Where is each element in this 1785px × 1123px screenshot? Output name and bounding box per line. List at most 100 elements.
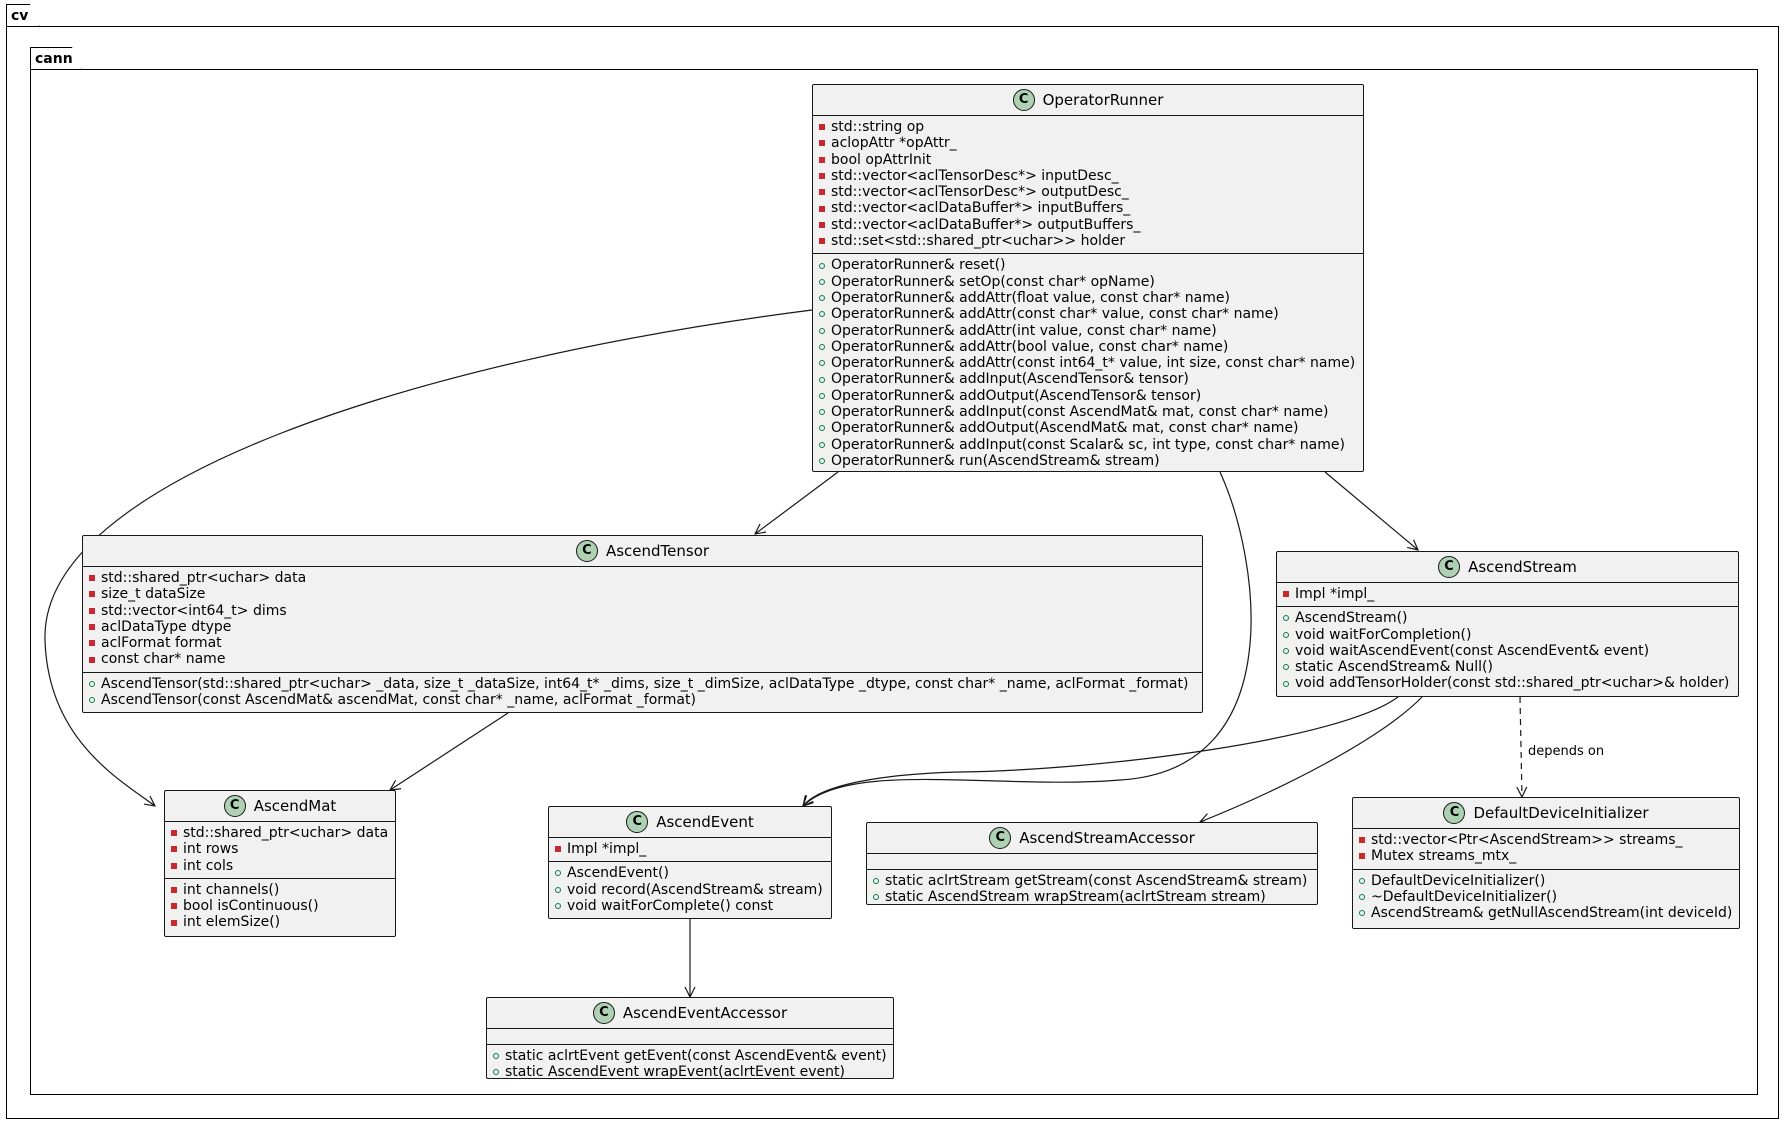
method-row: OperatorRunner& run(AscendStream& stream…	[819, 453, 1357, 469]
class-ascend-stream-accessor[interactable]: C AscendStreamAccessor static aclrtStream …	[866, 822, 1318, 905]
private-visibility-icon	[89, 640, 95, 647]
private-visibility-icon	[1359, 837, 1365, 844]
edge-label-depends-on: depends on	[1528, 744, 1605, 759]
attribute-text: std::shared_ptr<uchar> data	[101, 570, 307, 586]
attribute-row: Impl *impl_	[555, 841, 825, 857]
method-row: static aclrtEvent getEvent(const AscendE…	[493, 1048, 887, 1064]
attribute-row: std::set<std::shared_ptr<uchar>> holder	[819, 233, 1357, 249]
attribute-row: std::string op	[819, 119, 1357, 135]
public-visibility-icon	[819, 392, 825, 399]
attributes-section	[867, 854, 1317, 870]
method-text: AscendStream()	[1295, 610, 1408, 627]
private-visibility-icon	[89, 624, 95, 631]
edge-operatorrunner-ascendstream	[1324, 471, 1418, 550]
attribute-text: aclDataType dtype	[101, 618, 232, 635]
class-icon: C	[626, 811, 649, 833]
method-row: AscendStream()	[1283, 610, 1732, 626]
method-text: void record(AscendStream& stream)	[567, 881, 823, 898]
attribute-row: int rows	[171, 841, 389, 857]
private-visibility-icon	[171, 862, 177, 869]
public-visibility-icon	[1359, 894, 1365, 901]
method-row: bool isContinuous()	[171, 898, 389, 914]
method-row: DefaultDeviceInitializer()	[1359, 873, 1733, 889]
method-text: int elemSize()	[183, 914, 281, 931]
attribute-text: std::vector<Ptr<AscendStream>> streams_	[1371, 832, 1683, 848]
public-visibility-icon	[819, 311, 825, 318]
attribute-row: Mutex streams_mtx_	[1359, 848, 1733, 864]
method-text: ~DefaultDeviceInitializer()	[1371, 888, 1558, 905]
class-icon: C	[1438, 556, 1461, 578]
public-visibility-icon	[819, 376, 825, 383]
method-row: OperatorRunner& addAttr(const int64_t* v…	[819, 355, 1357, 371]
method-text: void addTensorHolder(const std::shared_p…	[1295, 675, 1730, 692]
attribute-text: int rows	[183, 841, 239, 858]
method-row: OperatorRunner& addAttr(int value, const…	[819, 323, 1357, 339]
public-visibility-icon	[493, 1053, 499, 1060]
attribute-text: bool opAttrInit	[831, 151, 932, 168]
attribute-row: int cols	[171, 858, 389, 874]
edge-operatorrunner-ascendtensor	[755, 471, 839, 534]
class-ascend-mat[interactable]: C AscendMat std::shared_ptr<uchar> data int…	[164, 790, 396, 937]
public-visibility-icon	[493, 1069, 499, 1076]
method-text: OperatorRunner& addInput(const Scalar& s…	[831, 436, 1345, 453]
private-visibility-icon	[171, 887, 177, 894]
method-row: void record(AscendStream& stream)	[555, 882, 825, 898]
class-ascend-event-accessor[interactable]: C AscendEventAccessor static aclrtEvent ge…	[486, 997, 894, 1080]
method-text: OperatorRunner& addInput(const AscendMat…	[831, 404, 1329, 421]
method-row: AscendTensor(const AscendMat& ascendMat,…	[89, 692, 1196, 708]
attribute-text: std::vector<int64_t> dims	[101, 602, 287, 619]
method-row: OperatorRunner& setOp(const char* opName…	[819, 274, 1357, 290]
class-name: DefaultDeviceInitializer	[1473, 803, 1649, 822]
method-text: OperatorRunner& addAttr(const char* valu…	[831, 306, 1279, 323]
class-header: C AscendStreamAccessor	[867, 823, 1317, 854]
methods-section: AscendTensor(std::shared_ptr<uchar> _dat…	[83, 673, 1202, 713]
private-visibility-icon	[555, 846, 561, 853]
method-row: OperatorRunner& addOutput(AscendMat& mat…	[819, 420, 1357, 436]
method-text: void waitForCompletion()	[1295, 626, 1472, 643]
method-row: static AscendStream& Null()	[1283, 659, 1732, 675]
attributes-section: std::string op aclopAttr *opAttr_ bool opA…	[813, 116, 1363, 255]
methods-section: AscendStream() void waitForCompletion() vo…	[1277, 607, 1738, 695]
attribute-row: std::vector<aclTensorDesc*> outputDesc_	[819, 184, 1357, 200]
public-visibility-icon	[819, 344, 825, 350]
public-visibility-icon	[819, 327, 825, 334]
method-row: OperatorRunner& addAttr(bool value, cons…	[819, 339, 1357, 355]
public-visibility-icon	[555, 886, 561, 893]
attributes-section: Impl *impl_	[1277, 583, 1738, 608]
method-row: AscendTensor(std::shared_ptr<uchar> _dat…	[89, 676, 1196, 692]
public-visibility-icon	[1359, 910, 1365, 917]
public-visibility-icon	[819, 441, 825, 448]
method-row: OperatorRunner& addAttr(float value, con…	[819, 290, 1357, 306]
attribute-row: Impl *impl_	[1283, 586, 1732, 602]
method-text: void waitAscendEvent(const AscendEvent& …	[1295, 642, 1650, 659]
method-text: OperatorRunner& addAttr(int value, const…	[831, 322, 1217, 339]
attributes-section: std::shared_ptr<uchar> data size_t dataSi…	[83, 567, 1202, 673]
method-row: int elemSize()	[171, 914, 389, 930]
class-ascend-tensor[interactable]: C AscendTensor std::shared_ptr<uchar> data…	[82, 535, 1203, 713]
method-text: OperatorRunner& addInput(AscendTensor& t…	[831, 371, 1189, 388]
class-ascend-event[interactable]: C AscendEvent Impl *impl_ AscendEvent() void…	[548, 806, 832, 919]
class-icon: C	[592, 1002, 615, 1024]
class-name: AscendStreamAccessor	[1019, 828, 1195, 847]
private-visibility-icon	[171, 846, 177, 853]
class-operator-runner[interactable]: C OperatorRunner std::string op aclopAttr *…	[812, 84, 1364, 472]
public-visibility-icon	[1283, 631, 1289, 638]
private-visibility-icon	[819, 124, 825, 131]
class-header: C AscendEvent	[549, 807, 831, 838]
methods-section: OperatorRunner& reset() OperatorRunner& s…	[813, 254, 1363, 473]
methods-section: DefaultDeviceInitializer() ~DefaultDevice…	[1353, 870, 1739, 926]
attribute-row: aclFormat format	[89, 635, 1196, 651]
private-visibility-icon	[819, 205, 825, 212]
class-ascend-stream[interactable]: C AscendStream Impl *impl_ AscendStream() vo…	[1276, 551, 1739, 697]
attributes-section: Impl *impl_	[549, 838, 831, 863]
attribute-text: std::vector<aclTensorDesc*> outputDesc_	[831, 184, 1129, 201]
attribute-row: std::vector<aclDataBuffer*> outputBuffer…	[819, 217, 1357, 233]
class-name: AscendTensor	[605, 541, 710, 560]
class-default-device-initializer[interactable]: C DefaultDeviceInitializerstd::vector<Ptr…	[1352, 797, 1740, 929]
public-visibility-icon	[555, 870, 561, 877]
method-row: OperatorRunner& addInput(AscendTensor& t…	[819, 371, 1357, 387]
attribute-row: bool opAttrInit	[819, 152, 1357, 168]
method-row: OperatorRunner& addInput(const Scalar& s…	[819, 437, 1357, 453]
class-icon: C	[223, 795, 246, 817]
class-icon: C	[1443, 802, 1466, 824]
